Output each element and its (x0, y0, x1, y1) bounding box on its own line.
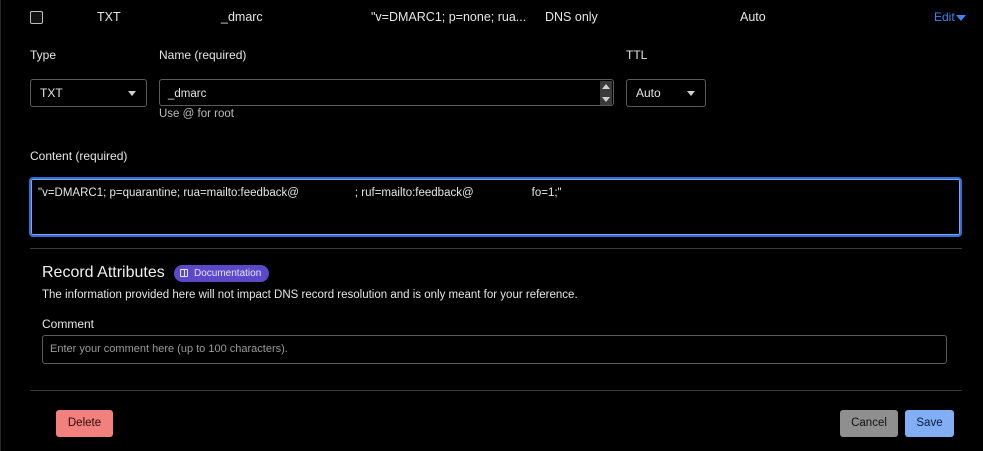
caret-down-icon (955, 14, 966, 21)
content-text-part-3: fo=1;" (531, 187, 562, 199)
name-input-value: _dmarc (168, 88, 207, 100)
record-proxy-status-cell: DNS only (545, 10, 598, 24)
record-name-cell: _dmarc (221, 10, 263, 24)
ttl-label: TTL (626, 48, 648, 62)
type-label: Type (30, 48, 57, 62)
type-select-value: TXT (40, 86, 63, 100)
save-button[interactable]: Save (905, 410, 954, 437)
documentation-badge-link[interactable]: Documentation (174, 265, 270, 282)
chevron-down-icon (128, 91, 136, 96)
select-record-checkbox[interactable] (30, 11, 43, 24)
record-content-cell: "v=DMARC1; p=none; rua... (371, 10, 527, 24)
content-text-part-2: ; ruf=mailto:feedback@ (354, 187, 474, 199)
record-attributes-description: The information provided here will not i… (42, 289, 578, 301)
name-label: Name (required) (159, 48, 247, 62)
section-divider (30, 248, 962, 249)
record-ttl-cell: Auto (740, 10, 766, 24)
type-select[interactable]: TXT (30, 79, 147, 107)
comment-placeholder: Enter your comment here (up to 100 chara… (50, 343, 288, 355)
book-icon (180, 269, 188, 277)
content-label: Content (required) (30, 149, 128, 163)
name-input[interactable]: _dmarc (159, 79, 614, 106)
record-summary-row[interactable]: TXT _dmarc "v=DMARC1; p=none; rua... DNS… (1, 0, 983, 36)
name-input-spinner[interactable] (600, 81, 612, 105)
delete-button[interactable]: Delete (56, 410, 113, 437)
content-text-part-1: "v=DMARC1; p=quarantine; rua=mailto:feed… (38, 187, 299, 199)
comment-label: Comment (42, 317, 95, 331)
ttl-select[interactable]: Auto (626, 79, 706, 107)
dns-record-edit-panel: TXT _dmarc "v=DMARC1; p=none; rua... DNS… (0, 0, 983, 451)
chevron-down-icon (687, 91, 695, 96)
footer-divider (30, 390, 962, 391)
comment-input[interactable]: Enter your comment here (up to 100 chara… (42, 335, 947, 364)
content-textarea[interactable]: "v=DMARC1; p=quarantine; rua=mailto:feed… (29, 177, 962, 237)
record-type-cell: TXT (97, 10, 121, 24)
record-attributes-title: Record Attributes (42, 264, 165, 281)
spinner-up-icon[interactable] (602, 84, 610, 89)
edit-toggle-link[interactable]: Edit (934, 10, 966, 24)
documentation-badge-label: Documentation (194, 268, 262, 279)
ttl-select-value: Auto (636, 86, 661, 100)
cancel-button[interactable]: Cancel (840, 410, 898, 437)
name-hint: Use @ for root (159, 108, 234, 120)
spinner-down-icon[interactable] (602, 97, 610, 102)
